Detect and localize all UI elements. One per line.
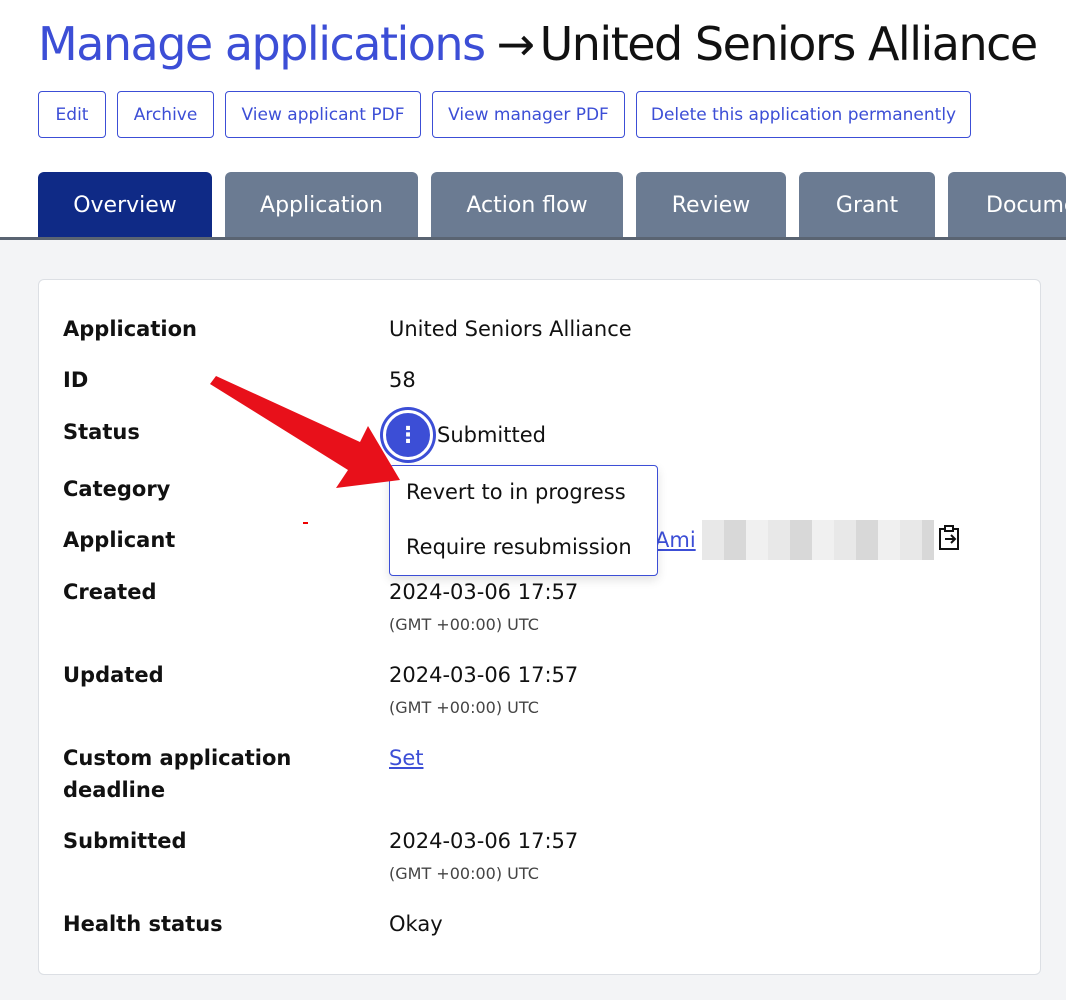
created-value: 2024-03-06 17:57 bbox=[389, 580, 579, 604]
applicant-link-text[interactable]: Ami bbox=[655, 528, 696, 552]
set-deadline-link-text[interactable]: Set bbox=[389, 746, 423, 770]
tab-action-flow[interactable]: Action flow bbox=[431, 172, 623, 238]
tab-overview[interactable]: Overview bbox=[38, 172, 212, 238]
set-deadline-link[interactable]: Set bbox=[389, 742, 423, 774]
health-status-label: Health status bbox=[63, 912, 223, 936]
tab-review[interactable]: Review bbox=[636, 172, 786, 238]
redacted-applicant-info bbox=[702, 520, 934, 560]
edit-button[interactable]: Edit bbox=[38, 91, 106, 138]
tab-documents[interactable]: Documents bbox=[948, 172, 1066, 238]
menu-item-revert-in-progress[interactable]: Revert to in progress bbox=[406, 480, 626, 504]
applicant-label: Applicant bbox=[63, 528, 176, 552]
submitted-value: 2024-03-06 17:57 bbox=[389, 829, 579, 853]
status-dropdown-menu: Revert to in progress Require resubmissi… bbox=[389, 465, 658, 576]
breadcrumb-manage-applications[interactable]: Manage applications bbox=[38, 17, 486, 71]
application-label: Application bbox=[63, 317, 197, 341]
action-bar: Edit Archive View applicant PDF View man… bbox=[38, 91, 971, 138]
deadline-label-line2: deadline bbox=[63, 778, 166, 802]
updated-value: 2024-03-06 17:57 bbox=[389, 663, 579, 687]
updated-timezone: (GMT +00:00) UTC bbox=[389, 698, 539, 717]
page-title: Manage applications → United Seniors Allia… bbox=[38, 14, 1039, 74]
tab-application[interactable]: Application bbox=[225, 172, 418, 238]
created-timezone: (GMT +00:00) UTC bbox=[389, 615, 539, 634]
updated-label: Updated bbox=[63, 663, 164, 687]
breadcrumb-arrow: → bbox=[496, 17, 536, 71]
view-applicant-pdf-button[interactable]: View applicant PDF bbox=[225, 91, 421, 138]
applicant-link[interactable]: Ami bbox=[655, 524, 696, 556]
health-status-value: Okay bbox=[389, 912, 443, 936]
archive-button[interactable]: Archive bbox=[117, 91, 214, 138]
application-value: United Seniors Alliance bbox=[389, 317, 632, 341]
delete-application-button[interactable]: Delete this application permanently bbox=[636, 91, 971, 138]
menu-item-require-resubmission[interactable]: Require resubmission bbox=[406, 535, 632, 559]
annotation-arrow-icon bbox=[210, 376, 400, 488]
status-value: Submitted bbox=[437, 423, 546, 447]
annotation-mark bbox=[303, 522, 308, 524]
breadcrumb-current: United Seniors Alliance bbox=[539, 17, 1039, 71]
created-label: Created bbox=[63, 580, 157, 604]
id-label: ID bbox=[63, 368, 89, 392]
tab-bar: Overview Application Action flow Review … bbox=[38, 172, 1066, 238]
status-label: Status bbox=[63, 420, 140, 444]
deadline-label-line1: Custom application bbox=[63, 746, 292, 770]
submitted-timezone: (GMT +00:00) UTC bbox=[389, 864, 539, 883]
export-icon[interactable] bbox=[938, 525, 962, 551]
overview-card bbox=[38, 279, 1041, 975]
view-manager-pdf-button[interactable]: View manager PDF bbox=[432, 91, 625, 138]
category-label: Category bbox=[63, 477, 171, 501]
submitted-label: Submitted bbox=[63, 829, 187, 853]
tab-grant[interactable]: Grant bbox=[799, 172, 935, 238]
